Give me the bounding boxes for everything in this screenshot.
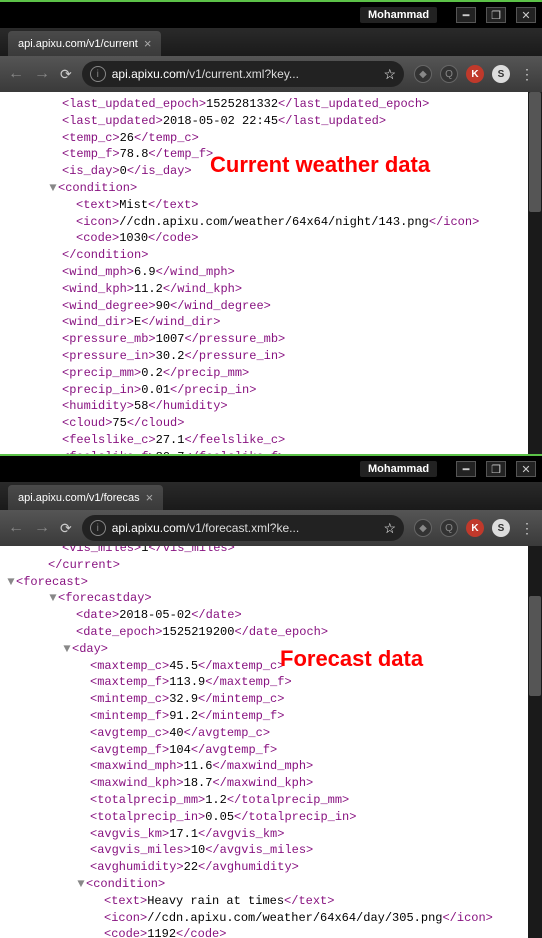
expand-toggle-icon[interactable]: ▼: [48, 590, 58, 607]
forward-button[interactable]: →: [34, 519, 50, 537]
close-window-button[interactable]: ✕: [516, 7, 536, 23]
extension-icon[interactable]: ◆: [414, 519, 432, 537]
user-badge: Mohammad: [360, 7, 437, 23]
maximize-button[interactable]: ❐: [486, 7, 506, 23]
extension-icons: ◆ Q K S: [414, 519, 510, 537]
reload-button[interactable]: ⟳: [60, 520, 72, 537]
minimize-button[interactable]: ━: [456, 7, 476, 23]
reload-button[interactable]: ⟳: [60, 66, 72, 83]
extension-icon[interactable]: Q: [440, 519, 458, 537]
bookmark-star-icon[interactable]: ☆: [383, 520, 396, 537]
expand-toggle-icon[interactable]: ▼: [6, 574, 16, 591]
expand-toggle-icon[interactable]: ▼: [48, 180, 58, 197]
user-badge: Mohammad: [360, 461, 437, 477]
extension-icon[interactable]: S: [492, 519, 510, 537]
scrollbar[interactable]: [528, 546, 542, 938]
menu-button[interactable]: ⋮: [520, 66, 534, 83]
extension-icon[interactable]: S: [492, 65, 510, 83]
minimize-button[interactable]: ━: [456, 461, 476, 477]
address-bar: ← → ⟳ i api.apixu.com/v1/forecast.xml?ke…: [0, 510, 542, 546]
scroll-thumb[interactable]: [529, 596, 541, 696]
expand-toggle-icon[interactable]: ▼: [76, 876, 86, 893]
extension-icon[interactable]: K: [466, 519, 484, 537]
url-input[interactable]: i api.apixu.com/v1/current.xml?key... ☆: [82, 61, 404, 87]
site-info-icon[interactable]: i: [90, 66, 106, 82]
site-info-icon[interactable]: i: [90, 520, 106, 536]
browser-tab[interactable]: api.apixu.com/v1/current ×: [8, 31, 161, 56]
close-tab-icon[interactable]: ×: [144, 36, 152, 51]
extension-icon[interactable]: Q: [440, 65, 458, 83]
maximize-button[interactable]: ❐: [486, 461, 506, 477]
back-button[interactable]: ←: [8, 519, 24, 537]
xml-tree[interactable]: <last_updated_epoch>1525281332</last_upd…: [0, 92, 542, 454]
scrollbar[interactable]: [528, 92, 542, 454]
page-viewport[interactable]: <last_updated_epoch>1525281332</last_upd…: [0, 92, 542, 454]
url-input[interactable]: i api.apixu.com/v1/forecast.xml?ke... ☆: [82, 515, 404, 541]
browser-window-2: Mohammad ━ ❐ ✕ api.apixu.com/v1/forecas …: [0, 454, 542, 938]
xml-tree[interactable]: <vis_miles>1</vis_miles> </current> ▼<fo…: [0, 546, 542, 938]
browser-window-1: Mohammad ━ ❐ ✕ api.apixu.com/v1/current …: [0, 0, 542, 454]
tab-bar: api.apixu.com/v1/forecas ×: [0, 482, 542, 510]
extension-icons: ◆ Q K S: [414, 65, 510, 83]
scroll-thumb[interactable]: [529, 92, 541, 212]
tab-title: api.apixu.com/v1/current: [18, 38, 138, 50]
page-viewport[interactable]: <vis_miles>1</vis_miles> </current> ▼<fo…: [0, 546, 542, 938]
close-tab-icon[interactable]: ×: [146, 490, 154, 505]
bookmark-star-icon[interactable]: ☆: [383, 66, 396, 83]
extension-icon[interactable]: ◆: [414, 65, 432, 83]
address-bar: ← → ⟳ i api.apixu.com/v1/current.xml?key…: [0, 56, 542, 92]
tab-bar: api.apixu.com/v1/current ×: [0, 28, 542, 56]
expand-toggle-icon[interactable]: ▼: [62, 641, 72, 658]
close-window-button[interactable]: ✕: [516, 461, 536, 477]
tab-title: api.apixu.com/v1/forecas: [18, 492, 140, 504]
forward-button[interactable]: →: [34, 65, 50, 83]
extension-icon[interactable]: K: [466, 65, 484, 83]
window-titlebar: Mohammad ━ ❐ ✕: [0, 0, 542, 28]
back-button[interactable]: ←: [8, 65, 24, 83]
menu-button[interactable]: ⋮: [520, 520, 534, 537]
window-titlebar: Mohammad ━ ❐ ✕: [0, 454, 542, 482]
browser-tab[interactable]: api.apixu.com/v1/forecas ×: [8, 485, 163, 510]
